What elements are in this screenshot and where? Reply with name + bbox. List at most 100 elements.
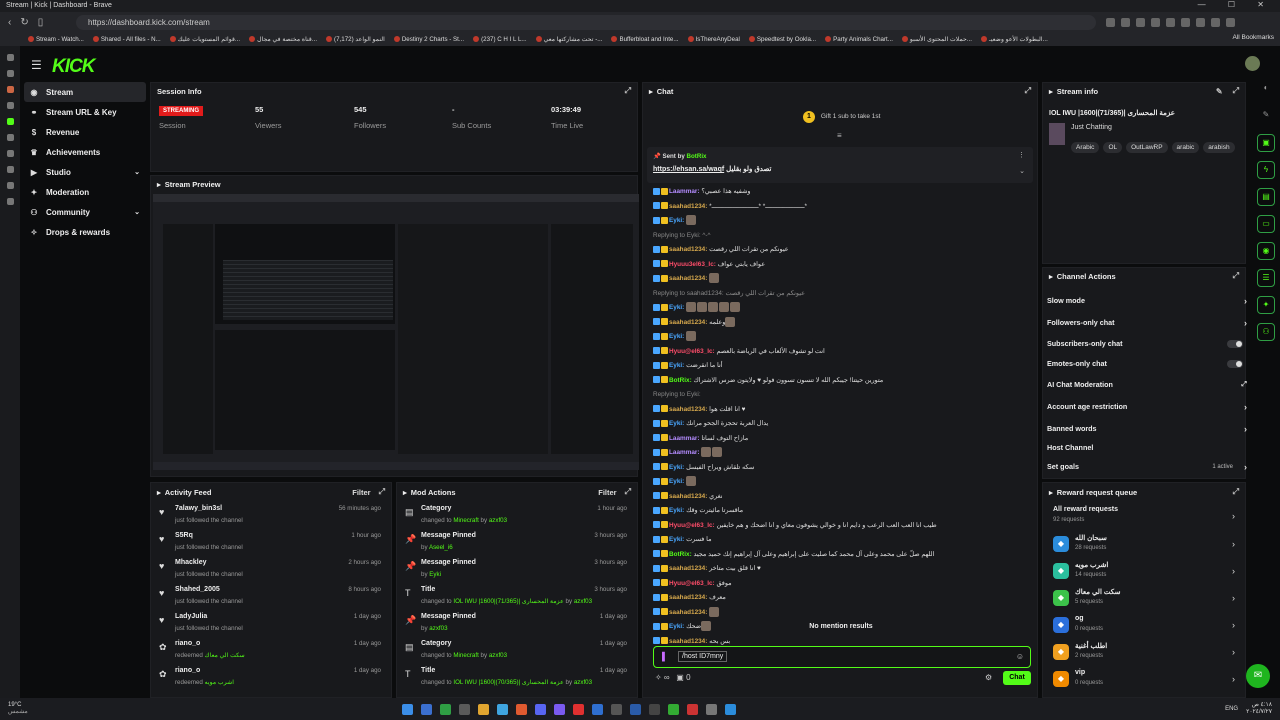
reward-item[interactable]: ◆ اشرب مويه 14 requests › (1051, 560, 1241, 584)
chat-message[interactable]: Hyuuu3el63_Ic: عواف يابتي عواف (653, 259, 765, 271)
chat-username[interactable]: saahad1234: (669, 203, 707, 210)
chat-username[interactable]: Eyki: (669, 507, 684, 514)
collapse-icon[interactable]: ≡ (837, 131, 842, 140)
chat-username[interactable]: Eyki: (669, 464, 684, 471)
chat-message[interactable]: saahad1234: انا قلق بيت متاخر ♥ (653, 563, 761, 575)
mod-action-item[interactable]: 📌 Message Pinned by azxf03 1 day ago (403, 613, 629, 637)
pinned-url[interactable]: https://ehsan.sa/waqf (653, 166, 724, 173)
chat-message[interactable]: saahad1234: وعلمه (653, 316, 736, 329)
bookmark-item[interactable]: Speedtest by Ookla... (748, 36, 816, 43)
chat-message[interactable]: BotRix: متورين حيتنا! جيبكم الله لا تنسو… (653, 375, 883, 387)
url-field[interactable]: https://dashboard.kick.com/stream (76, 14, 1096, 30)
chat-message[interactable]: Eyki: (653, 331, 697, 343)
chat-tools[interactable]: ✧ ∞ ▣ 0 (655, 673, 691, 682)
channel-action-account-age-restriction[interactable]: Account age restriction › (1047, 400, 1247, 414)
bookmark-item[interactable]: النمو الواعد (7,172) (326, 36, 385, 43)
chat-username[interactable]: saahad1234: (669, 609, 707, 616)
extensions-bar[interactable] (1106, 17, 1235, 27)
avatar[interactable] (1245, 56, 1260, 71)
pen-icon[interactable]: ✎ (1257, 107, 1275, 125)
taskbar-apps[interactable] (402, 703, 744, 715)
nav-buttons[interactable]: ‹ ↻ ▯ (8, 17, 70, 28)
chat-username[interactable]: BotRix: (669, 377, 692, 384)
bookmark-item[interactable]: IsThereAnyDeal (687, 36, 740, 43)
activity-item[interactable]: ✿ riano_o redeemed سكت الي معاك 1 day ago (157, 640, 383, 664)
wrench-icon[interactable]: ✦ (1257, 296, 1275, 314)
chat-message[interactable]: saahad1234: معرف (653, 592, 726, 604)
send-chat-button[interactable]: Chat (1003, 671, 1031, 685)
chat-message[interactable]: Eyki: (653, 302, 741, 314)
activity-item[interactable]: ✿ riano_o redeemed اشرب مويه 1 day ago (157, 667, 383, 691)
chat-message[interactable]: Hyuu@el63_Ic: موفق (653, 578, 732, 590)
chat-message[interactable]: Eyki: ما فسرت (653, 534, 712, 546)
channel-action-set-goals[interactable]: Set goals › 1 active (1047, 460, 1247, 474)
channel-action-host-channel[interactable]: Host Channel (1047, 441, 1247, 455)
toggle-switch[interactable] (1227, 360, 1243, 368)
toggle-switch[interactable] (1227, 340, 1243, 348)
users-icon[interactable]: ⚇ (1257, 323, 1275, 341)
chat-message[interactable]: Replying to Eyki: ^-^ (653, 230, 711, 242)
edit-icon[interactable]: ✎ (1216, 87, 1223, 96)
activity-item[interactable]: ♥ Shahed_2005 just followed the channel 8 h… (157, 586, 383, 610)
chat-message[interactable]: saahad1234: *ـــــــــــــــــــــ* *ـــ… (653, 201, 807, 213)
stream-preview-video[interactable] (153, 194, 639, 470)
popout-icon[interactable]: ⤢ (379, 487, 385, 497)
bookmark-item[interactable]: قناة مختصة في مجال... (249, 36, 317, 43)
popout-icon[interactable]: ⤢ (1233, 487, 1239, 497)
sidebar-item-moderation[interactable]: ✦ Moderation (24, 182, 146, 202)
activity-item[interactable]: ♥ LadyJulia just followed the channel 1 day… (157, 613, 383, 637)
chat-username[interactable]: BotRix: (669, 551, 692, 558)
help-chat-button[interactable]: ✉ (1246, 664, 1270, 688)
chat-message[interactable]: Eyki: أنا ما انقرضت (653, 360, 723, 372)
chat-username[interactable]: Eyki: (669, 304, 684, 311)
stream-tag[interactable]: OutLawRP (1126, 142, 1168, 153)
chat-username[interactable]: saahad1234: (669, 246, 707, 253)
chat-bubble-icon[interactable]: ▭ (1257, 215, 1275, 233)
chat-message[interactable]: Replying to Eyki: (653, 389, 701, 401)
doc-icon[interactable]: ▤ (1257, 188, 1275, 206)
chat-message[interactable]: Eyki: سكه تلقاش ويراح الفيسل (653, 462, 754, 474)
popout-icon[interactable]: ⤢ (625, 86, 631, 96)
reward-item[interactable]: ◆ og 0 requests › (1051, 614, 1241, 638)
sidebar-item-stream-url-key[interactable]: ⚭ Stream URL & Key (24, 102, 146, 122)
chat-username[interactable]: Hyuu@el63_Ic: (669, 348, 715, 355)
chat-message[interactable]: saahad1234: (653, 273, 720, 285)
chevron-down-icon[interactable]: ⌄ (134, 208, 140, 216)
chat-username[interactable]: saahad1234: (669, 319, 707, 326)
chat-input[interactable]: ▌ /host ID7mny ☺ (653, 646, 1031, 668)
chat-message[interactable]: Hyuu@el63_Ic: طيب انا العب العب الرعب و … (653, 520, 937, 532)
popout-icon[interactable]: ⤢ (1025, 86, 1031, 96)
sidebar-item-revenue[interactable]: $ Revenue (24, 122, 146, 142)
activity-item[interactable]: ♥ Mhackley just followed the channel 2 hour… (157, 559, 383, 583)
chat-username[interactable]: Hyuuu3el63_Ic: (669, 261, 716, 268)
chat-username[interactable]: Eyki: (669, 333, 684, 340)
channel-action-ai-chat-moderation[interactable]: AI Chat Moderation ⤢ (1047, 378, 1247, 392)
stream-tag[interactable]: Arabic (1071, 142, 1100, 153)
language-indicator[interactable]: ENG (1225, 706, 1238, 712)
chat-username[interactable]: Eyki: (669, 217, 684, 224)
chat-username[interactable]: Laammar: (669, 449, 700, 456)
chat-message[interactable]: Eyki: (653, 476, 697, 488)
all-bookmarks[interactable]: All Bookmarks (1232, 34, 1274, 41)
channel-action-followers-only-chat[interactable]: Followers-only chat › (1047, 316, 1247, 330)
chat-message[interactable]: saahad1234: انا اقلت هوا ♥ (653, 404, 745, 416)
chat-username[interactable]: saahad1234: (669, 638, 707, 645)
activity-item[interactable]: ♥ 7alawy_bin3sl just followed the channel 5… (157, 505, 383, 529)
chat-username[interactable]: saahad1234: (669, 275, 707, 282)
gift-banner[interactable]: 1 Gift 1 sub to take 1st (803, 111, 880, 123)
channel-action-subscribers-only-chat[interactable]: Subscribers-only chat (1047, 337, 1247, 351)
dark-mode-icon[interactable]: ◐ (1257, 80, 1275, 98)
mod-action-item[interactable]: T Title changed to IOL IWU |1600|(70/365)|… (403, 667, 629, 691)
chat-username[interactable]: Hyuu@el63_Ic: (669, 522, 715, 529)
channel-action-banned-words[interactable]: Banned words › (1047, 422, 1247, 436)
chat-message[interactable]: Laammar: مازاح التوف لساتا (653, 433, 748, 445)
browser-sidebar[interactable] (0, 46, 20, 698)
chat-message[interactable]: Eyki: يدال العربة تحجزة الجحو مرانك (653, 418, 768, 430)
activity-item[interactable]: ♥ S5Rq just followed the channel 1 hour ago (157, 532, 383, 556)
chat-message[interactable]: saahad1234: (653, 606, 720, 619)
bookmark-item[interactable]: البطولات الأعو وضعيـ... (981, 36, 1048, 43)
sidebar-item-achievements[interactable]: ♛ Achievements (24, 142, 146, 162)
chat-username[interactable]: saahad1234: (669, 493, 707, 500)
mod-action-item[interactable]: ▤ Category changed to Minecraft by azxf03 1… (403, 505, 629, 529)
more-icon[interactable]: ⋮ (1018, 151, 1025, 159)
